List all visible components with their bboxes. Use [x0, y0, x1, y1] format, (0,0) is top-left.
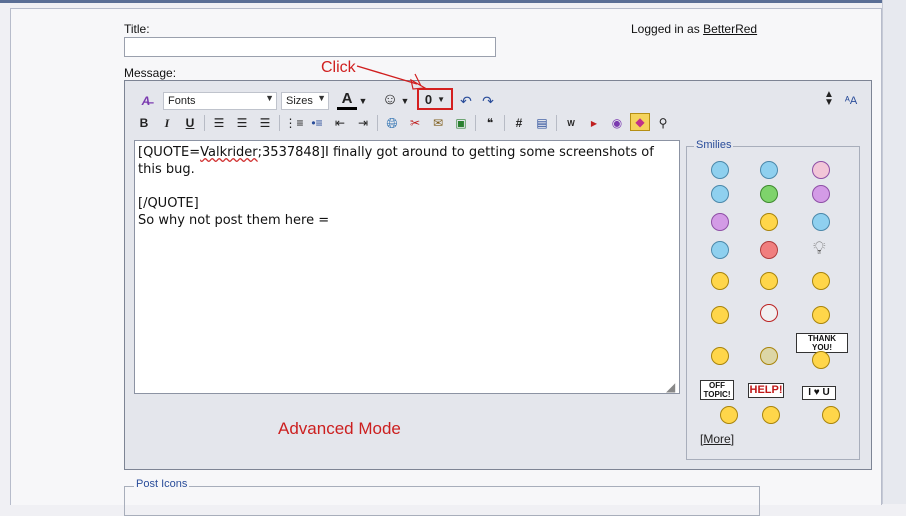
size-select-value: Sizes [286, 95, 313, 107]
title-input[interactable] [124, 37, 496, 57]
message-label: Message: [124, 66, 177, 80]
message-line-0: ;3537848]I finally got around to getting… [257, 145, 654, 160]
smilie-help-icon[interactable] [762, 406, 780, 424]
smilie-help-sign[interactable]: HELP! [748, 383, 784, 398]
outdent-icon[interactable]: ⇤ [330, 114, 350, 132]
indent-icon[interactable]: ⇥ [353, 114, 373, 132]
text-color-button[interactable]: A [337, 90, 357, 110]
click-arrow-icon [356, 65, 427, 90]
message-textarea[interactable]: [QUOTE=Valkrider;3537848]I finally got a… [134, 140, 680, 394]
username-link[interactable]: BetterRed [703, 22, 757, 36]
message-line: [QUOTE=Valkrider;3537848]I finally got a… [138, 145, 654, 160]
smilie-question-icon[interactable] [812, 213, 830, 231]
message-line-spell: Valkrider [200, 145, 258, 160]
toolbar-divider [504, 115, 505, 131]
spoiler-icon[interactable]: ◉ [607, 114, 627, 132]
redo-icon[interactable]: ↷ [478, 92, 498, 110]
smilie-thank-you-sign[interactable]: THANK YOU! [796, 333, 848, 353]
search-icon[interactable]: ⚲ [653, 114, 673, 132]
quote-icon[interactable]: ❝ [480, 114, 500, 132]
toolbar-divider [475, 115, 476, 131]
smilie-cool-icon[interactable] [760, 161, 778, 179]
smilie-love-icon[interactable] [822, 406, 840, 424]
font-select-value: Fonts [168, 95, 196, 107]
toolbar-divider [556, 115, 557, 131]
more-smilies-link[interactable]: More [703, 432, 730, 446]
smilie-smile-icon[interactable] [711, 161, 729, 179]
ordered-list-icon[interactable]: ⋮≡ [284, 114, 304, 132]
advanced-mode-annotation: Advanced Mode [278, 419, 401, 438]
smilie-thumbsup-icon[interactable] [812, 272, 830, 290]
paperclip-icon: 0 [424, 91, 433, 107]
smilie-love-sign[interactable]: I ♥ U [802, 386, 836, 400]
message-line-2 [138, 178, 676, 195]
toolbar-divider [377, 115, 378, 131]
code-button[interactable]: # [509, 114, 529, 132]
align-right-icon[interactable]: ☰ [255, 114, 275, 132]
message-line-4: So why not post them here = [138, 213, 330, 228]
remove-format-icon[interactable]: A̶ [136, 92, 156, 110]
smilie-off-topic-sign[interactable]: OFF TOPIC! [700, 380, 734, 400]
bold-button[interactable]: B [134, 114, 154, 132]
smiley-dropdown-icon[interactable]: ▼ [399, 92, 411, 110]
chevron-down-icon: ▼ [265, 93, 274, 103]
insert-image-icon[interactable]: ▣ [451, 114, 471, 132]
insert-email-icon[interactable]: ✉ [428, 114, 448, 132]
smilie-lurk-icon[interactable] [812, 306, 830, 324]
font-select[interactable]: Fonts ▼ [163, 92, 277, 110]
chevron-down-icon: ▼ [437, 94, 446, 104]
smilie-grin-icon[interactable] [760, 185, 778, 203]
smilie-banana-icon[interactable] [760, 272, 778, 290]
top-border [0, 0, 906, 3]
click-annotation: Click [321, 59, 356, 76]
smiley-icon[interactable]: ☺ [380, 91, 400, 109]
smilie-idea-icon[interactable]: 💡︎ [813, 238, 826, 259]
text-color-dropdown-icon[interactable]: ▼ [357, 92, 369, 110]
undo-icon[interactable]: ↶ [456, 92, 476, 110]
smilie-frown-icon[interactable] [711, 213, 729, 231]
smilie-off-topic-icon[interactable] [720, 406, 738, 424]
insert-link-icon[interactable]: 🌐︎ [382, 114, 402, 132]
resize-editor-icon[interactable]: ▲ ▼ [819, 90, 839, 108]
php-code-icon[interactable]: ▤ [532, 114, 552, 132]
smilie-santa-icon[interactable] [760, 304, 778, 322]
align-center-icon[interactable]: ☰ [232, 114, 252, 132]
remove-link-icon[interactable]: ✂ [405, 114, 425, 132]
resize-grip-icon[interactable]: ◢ [666, 380, 675, 394]
smilie-rolleyes-icon[interactable] [711, 306, 729, 324]
smilie-eek-icon[interactable] [711, 241, 729, 259]
unordered-list-icon[interactable]: •≡ [307, 114, 327, 132]
smilie-wave-icon[interactable] [711, 272, 729, 290]
wiki-icon[interactable]: W [561, 114, 581, 132]
smilie-tongue-icon[interactable] [812, 161, 830, 179]
title-label: Title: [124, 22, 150, 36]
logged-in-prefix: Logged in as [631, 22, 700, 36]
message-line-3: [/QUOTE] [138, 196, 199, 211]
chevron-down-icon: ▼ [317, 93, 326, 103]
smilie-reading-icon[interactable] [711, 347, 729, 365]
more-smilies: [More] [700, 432, 735, 446]
youtube-icon[interactable]: ▶ [584, 114, 604, 132]
underline-button[interactable]: U [180, 114, 200, 132]
highlight-icon[interactable]: ◆ [630, 113, 650, 131]
smilie-mad-icon[interactable] [760, 241, 778, 259]
message-line-1: this bug. [138, 162, 195, 177]
smilie-wink-icon[interactable] [711, 185, 729, 203]
smilie-happy-icon[interactable] [760, 213, 778, 231]
italic-button[interactable]: I [157, 114, 177, 132]
post-icons-panel [124, 486, 760, 516]
align-left-icon[interactable]: ☰ [209, 114, 229, 132]
post-icons-legend: Post Icons [134, 478, 190, 490]
smilies-legend: Smilies [694, 139, 734, 151]
switch-mode-icon[interactable]: ᴬA [841, 92, 861, 110]
toolbar-divider [279, 115, 280, 131]
smilie-sleep-icon[interactable] [760, 347, 778, 365]
smilie-thank-you-icon[interactable] [812, 351, 830, 369]
logged-in-text: Logged in as BetterRed [631, 22, 757, 36]
toolbar-divider [204, 115, 205, 131]
smilie-confused-icon[interactable] [812, 185, 830, 203]
size-select[interactable]: Sizes ▼ [281, 92, 329, 110]
right-scroll-strip[interactable] [882, 0, 906, 504]
